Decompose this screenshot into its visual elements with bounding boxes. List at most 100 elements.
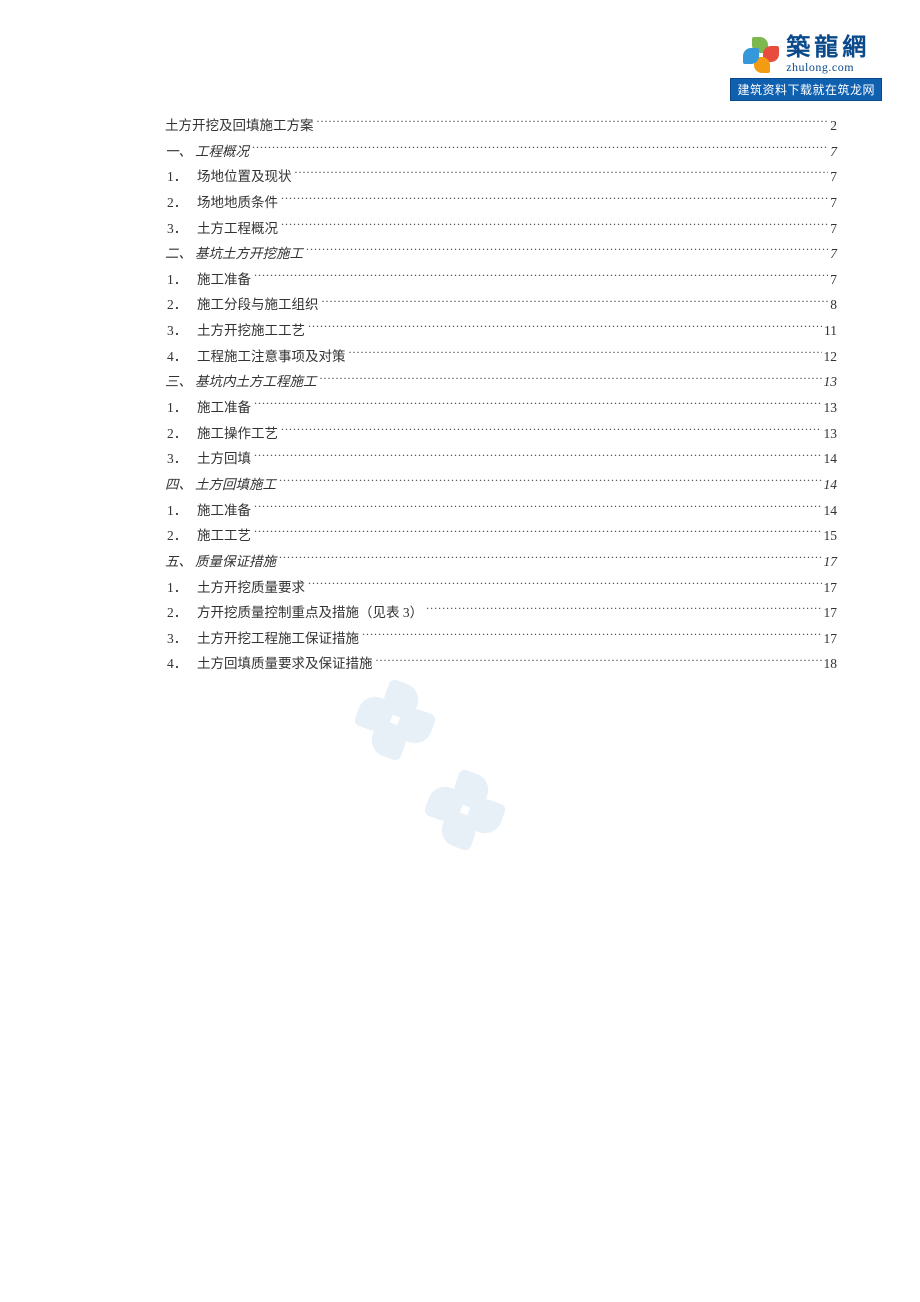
- toc-title: 工程施工注意事项及对策: [197, 344, 349, 370]
- toc-marker: 2．: [167, 523, 197, 549]
- toc-entry: 一、工程概况7: [165, 139, 837, 165]
- toc-leader: [317, 117, 829, 131]
- toc-title: 土方开挖工程施工保证措施: [197, 626, 362, 652]
- toc-entry: 2．施工分段与施工组织 8: [165, 292, 837, 318]
- toc-title: 质量保证措施: [195, 549, 279, 575]
- toc-title: 施工准备: [197, 498, 254, 524]
- toc-page: 7: [828, 267, 837, 293]
- watermark-icon: [425, 770, 505, 850]
- toc-title: 土方开挖及回填施工方案: [165, 113, 317, 139]
- toc-title: 场地地质条件: [197, 190, 281, 216]
- toc-marker: 1．: [167, 164, 197, 190]
- toc-page: 14: [822, 498, 838, 524]
- toc-page: 12: [822, 344, 838, 370]
- toc-leader: [320, 373, 822, 387]
- toc-entry: 4．工程施工注意事项及对策12: [165, 344, 837, 370]
- toc-title: 施工准备: [197, 395, 254, 421]
- toc-leader: [308, 322, 822, 336]
- toc-marker: 3．: [167, 318, 197, 344]
- toc-entry: 1．施工准备 14: [165, 498, 837, 524]
- toc-marker: 4．: [167, 651, 197, 677]
- toc-page: 13: [822, 395, 838, 421]
- site-logo: 築龍網 zhulong.com 建筑资料下载就在筑龙网: [730, 35, 882, 101]
- toc-title: 土方开挖施工工艺: [197, 318, 308, 344]
- toc-leader: [362, 629, 822, 643]
- toc-entry: 1．场地位置及现状 7: [165, 164, 837, 190]
- toc-entry: 3．土方工程概况7: [165, 216, 837, 242]
- toc-entry: 2．场地地质条件7: [165, 190, 837, 216]
- toc-title: 土方工程概况: [197, 216, 281, 242]
- logo-brand-cn: 築龍網: [786, 35, 870, 61]
- logo-text: 築龍網 zhulong.com: [786, 35, 870, 75]
- toc-marker: 五、: [165, 549, 195, 575]
- toc-leader: [281, 193, 828, 207]
- toc-leader: [308, 578, 822, 592]
- toc-entry: 4．土方回填质量要求及保证措施 18: [165, 651, 837, 677]
- toc-title: 土方开挖质量要求: [197, 575, 308, 601]
- watermark-icon: [355, 680, 435, 760]
- toc-title: 基坑土方开挖施工: [195, 241, 306, 267]
- toc-leader: [281, 424, 822, 438]
- toc-page: 17: [822, 626, 838, 652]
- toc-entry: 二、基坑土方开挖施工7: [165, 241, 837, 267]
- toc-page: 17: [822, 575, 838, 601]
- logo-row: 築龍網 zhulong.com: [742, 35, 870, 75]
- toc-marker: 1．: [167, 498, 197, 524]
- toc-page: 7: [828, 216, 837, 242]
- toc-entry: 2．方开挖质量控制重点及措施（见表 3） 17: [165, 600, 837, 626]
- toc-entry: 1．施工准备 7: [165, 267, 837, 293]
- toc-leader: [295, 168, 829, 182]
- toc-leader: [349, 347, 822, 361]
- table-of-contents: 土方开挖及回填施工方案2一、工程概况71．场地位置及现状72．场地地质条件73．…: [165, 113, 837, 677]
- toc-leader: [254, 527, 822, 541]
- toc-title: 施工工艺: [197, 523, 254, 549]
- toc-title: 土方回填: [197, 446, 254, 472]
- logo-banner: 建筑资料下载就在筑龙网: [730, 78, 882, 101]
- toc-page: 13: [822, 369, 838, 395]
- toc-title: 施工操作工艺: [197, 421, 281, 447]
- toc-entry: 土方开挖及回填施工方案 2: [165, 113, 837, 139]
- toc-entry: 3．土方回填14: [165, 446, 837, 472]
- toc-title: 工程概况: [195, 139, 252, 165]
- toc-leader: [306, 245, 828, 259]
- toc-title: 施工分段与施工组织: [197, 292, 322, 318]
- toc-leader: [254, 399, 822, 413]
- toc-leader: [279, 475, 822, 489]
- toc-title: 土方回填质量要求及保证措施: [197, 651, 376, 677]
- toc-entry: 1．土方开挖质量要求17: [165, 575, 837, 601]
- pinwheel-icon: [742, 36, 780, 74]
- toc-leader: [322, 296, 829, 310]
- toc-page: 7: [828, 164, 837, 190]
- toc-entry: 三、基坑内土方工程施工13: [165, 369, 837, 395]
- toc-entry: 3．土方开挖施工工艺 11: [165, 318, 837, 344]
- toc-title: 基坑内土方工程施工: [195, 369, 320, 395]
- toc-title: 方开挖质量控制重点及措施（见表 3）: [197, 600, 426, 626]
- toc-page: 8: [828, 292, 837, 318]
- toc-entry: 2．施工操作工艺13: [165, 421, 837, 447]
- toc-title: 施工准备: [197, 267, 254, 293]
- toc-leader: [279, 552, 822, 566]
- toc-leader: [254, 501, 822, 515]
- toc-marker: 3．: [167, 626, 197, 652]
- toc-entry: 3．土方开挖工程施工保证措施 17: [165, 626, 837, 652]
- toc-page: 11: [822, 318, 837, 344]
- toc-marker: 一、: [165, 139, 195, 165]
- toc-marker: 2．: [167, 292, 197, 318]
- toc-page: 2: [828, 113, 837, 139]
- toc-leader: [252, 142, 828, 156]
- toc-page: 15: [822, 523, 838, 549]
- toc-entry: 五、质量保证措施17: [165, 549, 837, 575]
- toc-title: 场地位置及现状: [197, 164, 295, 190]
- toc-marker: 1．: [167, 267, 197, 293]
- toc-leader: [376, 655, 822, 669]
- toc-marker: 1．: [167, 395, 197, 421]
- toc-page: 17: [822, 600, 838, 626]
- toc-entry: 四、土方回填施工14: [165, 472, 837, 498]
- toc-entry: 1．施工准备 13: [165, 395, 837, 421]
- toc-entry: 2．施工工艺 15: [165, 523, 837, 549]
- toc-leader: [254, 450, 822, 464]
- toc-leader: [426, 604, 821, 618]
- toc-marker: 2．: [167, 600, 197, 626]
- toc-marker: 3．: [167, 446, 197, 472]
- toc-page: 18: [822, 651, 838, 677]
